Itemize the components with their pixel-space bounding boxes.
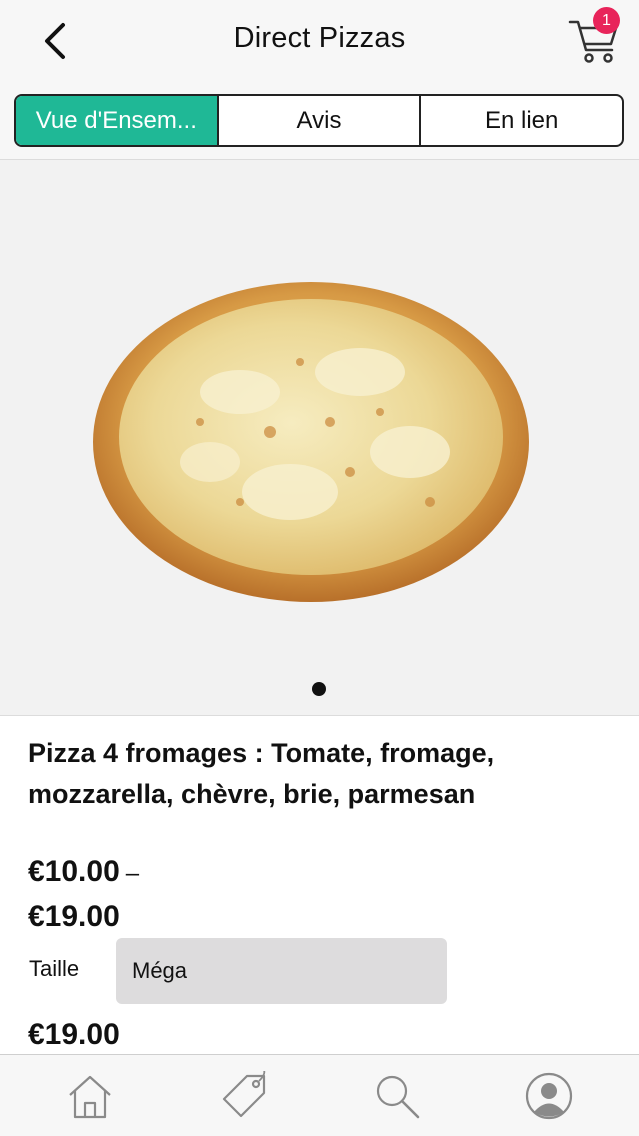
segment-tabs: Vue d'Ensem... Avis En lien <box>14 94 624 147</box>
nav-home[interactable] <box>63 1069 117 1123</box>
cart-count-badge: 1 <box>593 7 620 34</box>
price-separator: – <box>125 860 140 887</box>
tab-reviews[interactable]: Avis <box>216 96 420 145</box>
price-min: €10.00 <box>28 855 120 888</box>
current-price: €19.00 <box>28 1018 120 1051</box>
pizza-image <box>93 282 529 602</box>
bottom-nav <box>0 1054 639 1136</box>
price-max: €19.00 <box>28 900 120 933</box>
size-select-value: Méga <box>132 958 188 983</box>
tag-icon <box>222 1071 266 1118</box>
tab-overview[interactable]: Vue d'Ensem... <box>16 96 217 145</box>
page-title: Direct Pizzas <box>233 22 406 54</box>
size-label: Taille <box>29 956 80 981</box>
nav-account[interactable] <box>522 1069 576 1123</box>
search-icon <box>376 1075 420 1119</box>
home-icon <box>69 1075 111 1119</box>
nav-search[interactable] <box>370 1069 424 1123</box>
price-range: €10.00– €19.00 <box>28 850 139 938</box>
account-icon <box>525 1072 573 1120</box>
top-bar: Direct Pizzas 1 Vue d'Ensem... Avis En l… <box>0 0 639 160</box>
tab-related[interactable]: En lien <box>419 96 622 145</box>
product-image-gallery[interactable] <box>0 160 639 716</box>
size-select[interactable]: Méga <box>116 938 447 1004</box>
nav-deals[interactable] <box>217 1069 271 1123</box>
product-name: Pizza 4 fromages : Tomate, fromage, mozz… <box>28 738 495 809</box>
carousel-page-indicator <box>312 682 326 696</box>
